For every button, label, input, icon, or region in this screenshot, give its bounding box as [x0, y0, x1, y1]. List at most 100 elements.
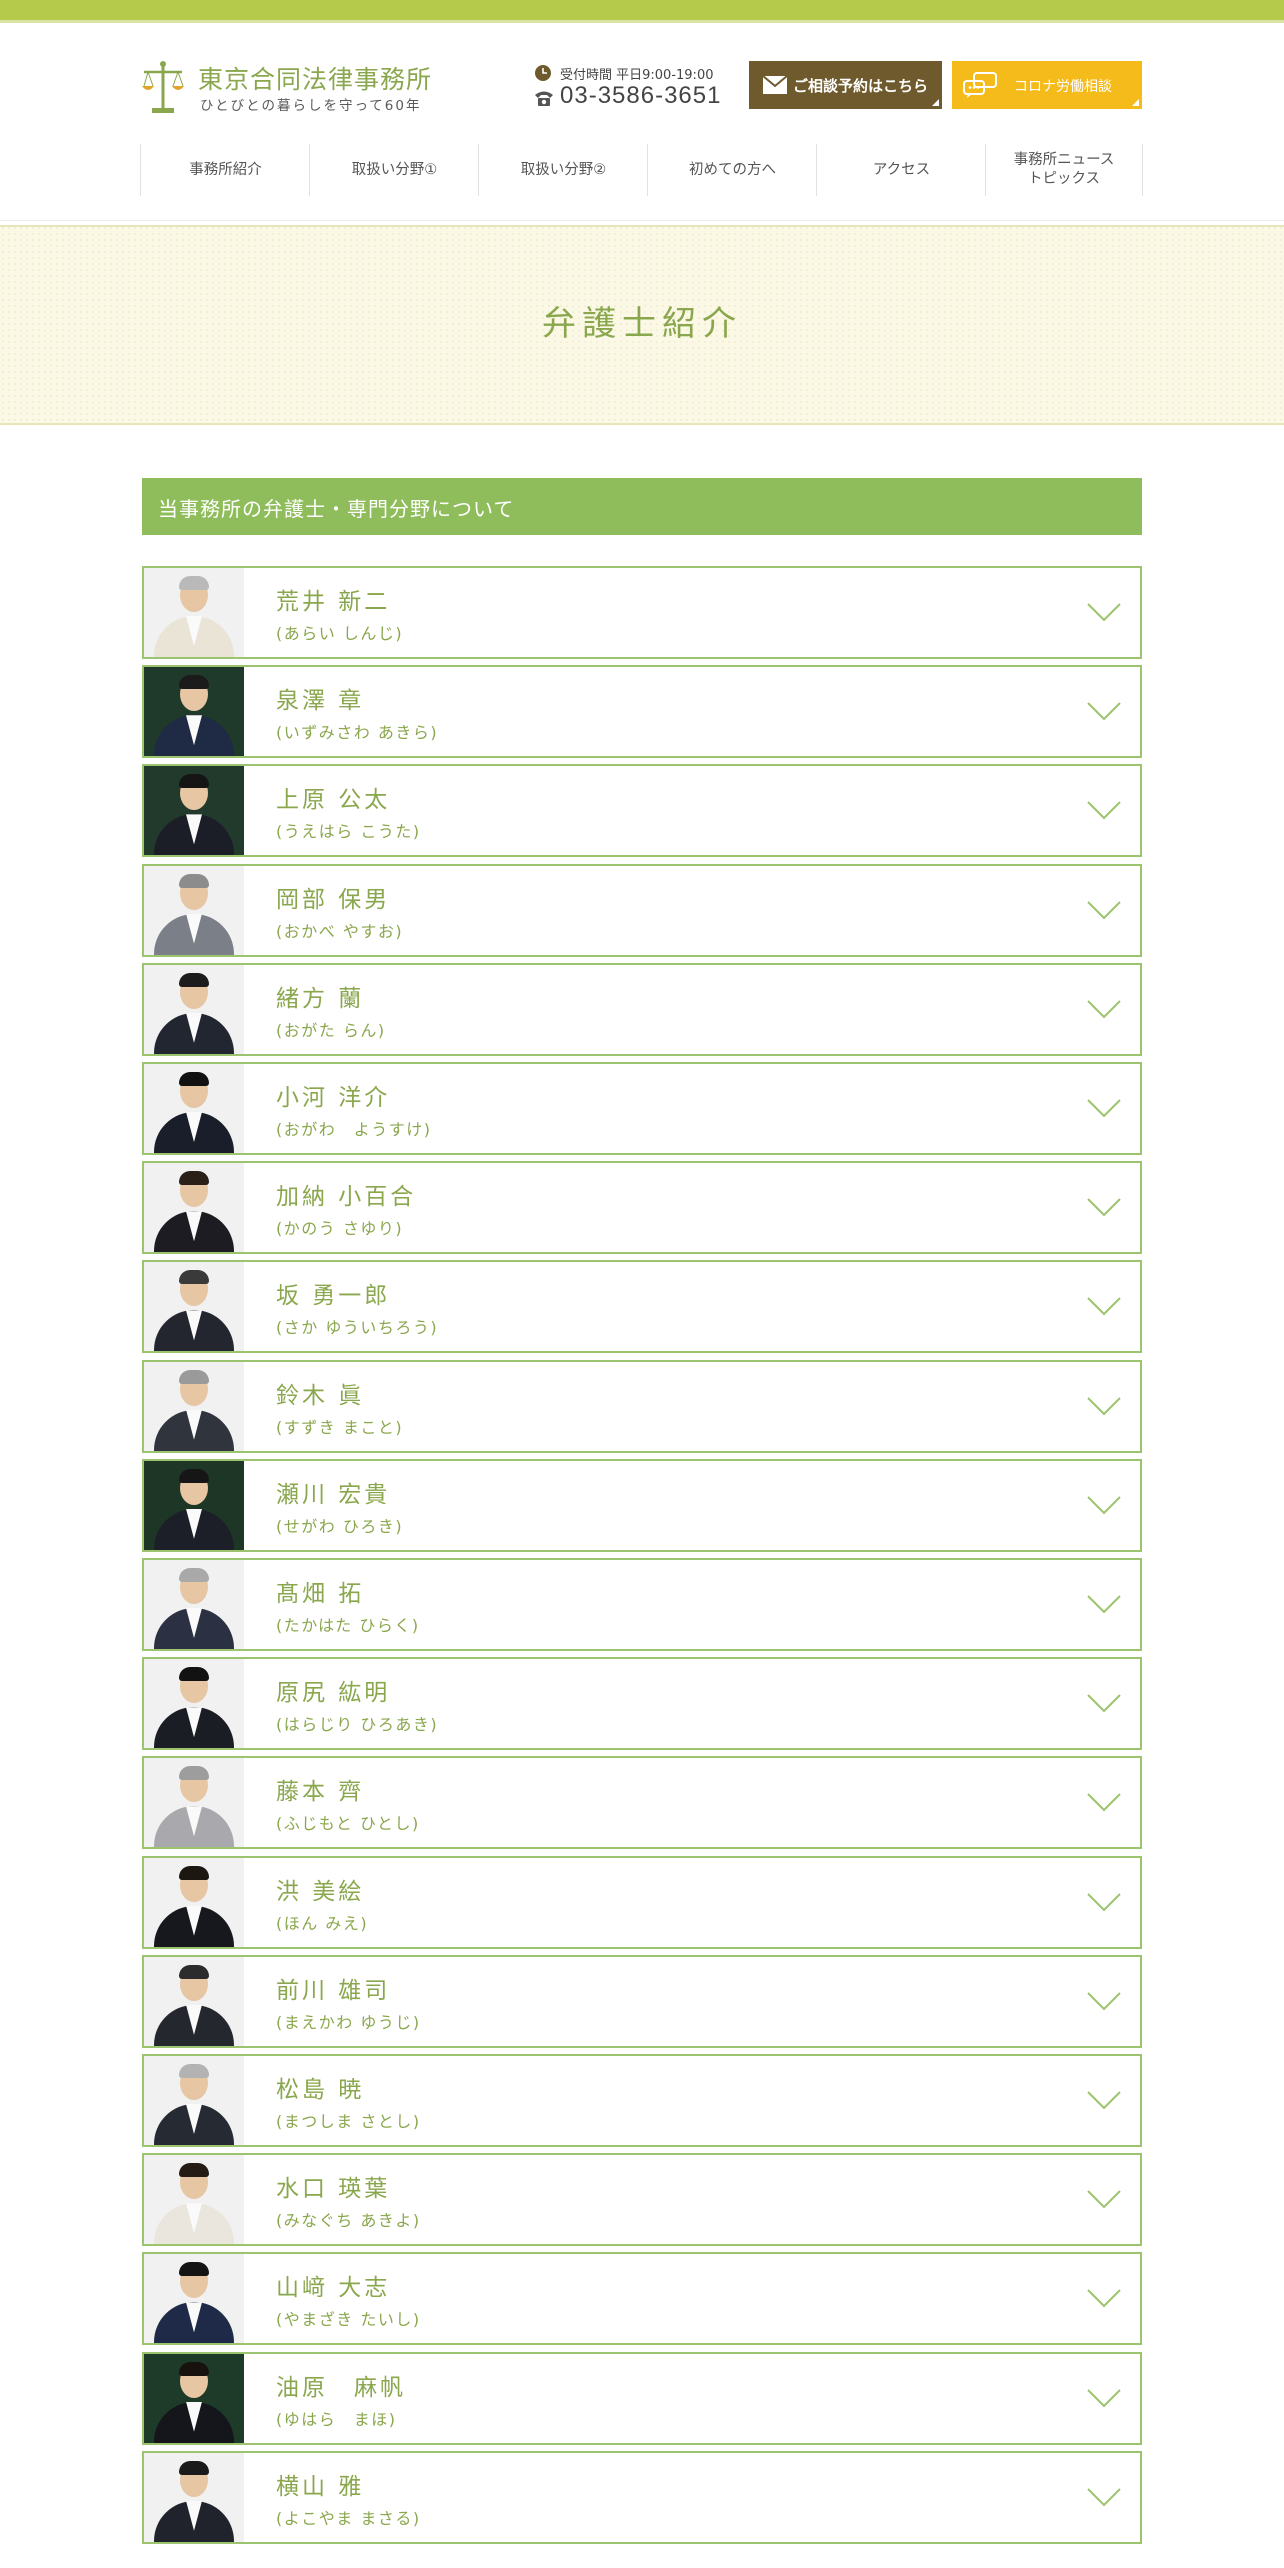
site-logo[interactable]: 東京合同法律事務所 ひとびとの暮らしを守って60年 — [140, 58, 470, 118]
lawyer-name: 鈴木 眞 — [276, 1382, 365, 1409]
chevron-down-icon[interactable] — [1087, 1594, 1121, 1614]
chevron-down-icon[interactable] — [1087, 1991, 1121, 2011]
lawyer-name-reading: (まえかわ ゆうじ) — [276, 2012, 421, 2032]
lawyer-accordion-row[interactable]: 鈴木 眞 (すずき まこと) — [142, 1359, 1142, 1453]
lawyer-photo — [144, 1857, 244, 1947]
lawyer-name: 髙畑 拓 — [276, 1581, 365, 1607]
lawyer-accordion-row[interactable]: 髙畑 拓 (たかはた ひらく) — [142, 1558, 1142, 1651]
chevron-down-icon[interactable] — [1087, 1296, 1121, 1316]
chevron-down-icon[interactable] — [1087, 1396, 1121, 1416]
chevron-down-icon[interactable] — [1087, 900, 1121, 920]
lawyer-photo — [144, 865, 244, 955]
lawyer-name-reading: (たかはた ひらく) — [276, 1616, 420, 1635]
chevron-down-icon[interactable] — [1087, 1792, 1121, 1812]
lawyer-accordion-row[interactable]: 加納 小百合 (かのう さゆり) — [142, 1161, 1142, 1255]
lawyer-name: 原尻 紘明 — [276, 1680, 391, 1707]
lawyer-name-reading: (うえはら こうた) — [276, 822, 421, 842]
lawyer-accordion-row[interactable]: 緒方 蘭 (おがた らん) — [142, 962, 1142, 1056]
lawyer-photo — [144, 964, 244, 1054]
phone-icon — [535, 91, 553, 106]
nav-item-access[interactable]: アクセス — [816, 144, 986, 196]
lawyer-accordion-row[interactable]: 小河 洋介 (おがわ ようすけ) — [142, 1062, 1142, 1155]
lawyer-name-reading: (はらじり ひろあき) — [276, 1715, 439, 1735]
chevron-down-icon[interactable] — [1087, 2487, 1121, 2507]
lawyer-name-reading: (ゆはら まほ) — [276, 2409, 397, 2429]
page-title: 弁護士紹介 — [542, 304, 742, 344]
lawyer-accordion-row[interactable]: 横山 雅 (よこやま まさる) — [142, 2450, 1142, 2544]
chevron-down-icon[interactable] — [1087, 999, 1121, 1019]
nav-item-news-topics[interactable]: 事務所ニュース トピックス — [985, 144, 1143, 196]
lawyer-accordion-row[interactable]: 岡部 保男 (おかべ やすお) — [142, 863, 1142, 957]
mail-icon — [763, 76, 787, 94]
lawyer-name: 加納 小百合 — [276, 1184, 417, 1211]
lawyer-name: 山﨑 大志 — [276, 2275, 391, 2302]
corner-triangle-icon — [932, 99, 939, 106]
lawyer-name: 藤本 齊 — [276, 1779, 365, 1806]
lawyer-name-reading: (おがわ ようすけ) — [276, 1120, 432, 1139]
lawyer-name: 油原 麻帆 — [276, 2374, 406, 2401]
chevron-down-icon[interactable] — [1087, 1693, 1121, 1713]
lawyer-photo — [144, 2452, 244, 2542]
nav-item-first-time[interactable]: 初めての方へ — [647, 144, 817, 196]
lawyer-photo — [144, 2056, 244, 2145]
title-band-border-top — [0, 225, 1284, 227]
lawyer-name: 瀬川 宏貴 — [276, 1481, 391, 1508]
chevron-down-icon[interactable] — [1087, 1892, 1121, 1912]
chevron-down-icon[interactable] — [1087, 2090, 1121, 2110]
lawyer-name-reading: (みなぐち あきよ) — [276, 2211, 421, 2231]
lawyer-photo — [144, 1659, 244, 1749]
lawyer-name-reading: (ふじもと ひとし) — [276, 1814, 420, 1834]
lawyer-accordion-row[interactable]: 油原 麻帆 (ゆはら まほ) — [142, 2351, 1142, 2445]
section-heading: 当事務所の弁護士・専門分野について — [142, 478, 1142, 535]
lawyer-name-reading: (おかべ やすお) — [276, 921, 404, 941]
phone-number[interactable]: 03-3586-3651 — [560, 82, 721, 110]
business-hours: 受付時間 平日9:00-19:00 — [560, 68, 714, 83]
nav-item-about[interactable]: 事務所紹介 — [140, 144, 310, 196]
lawyer-accordion-row[interactable]: 山﨑 大志 (やまざき たいし) — [142, 2252, 1142, 2346]
lawyer-accordion-row[interactable]: 瀬川 宏貴 (せがわ ひろき) — [142, 1458, 1142, 1552]
lawyer-photo — [144, 2155, 244, 2245]
chevron-down-icon[interactable] — [1087, 2388, 1121, 2408]
lawyer-name: 横山 雅 — [276, 2473, 365, 2500]
chevron-down-icon[interactable] — [1087, 1197, 1121, 1217]
nav-divider — [0, 220, 1284, 221]
lawyer-name: 前川 雄司 — [276, 1977, 391, 2004]
reserve-button-label: ご相談予約はこちら — [793, 77, 929, 95]
section-heading-text: 当事務所の弁護士・専門分野について — [158, 497, 515, 521]
lawyer-accordion-row[interactable]: 泉澤 章 (いずみさわ あきら) — [142, 665, 1142, 759]
chevron-down-icon[interactable] — [1087, 701, 1121, 721]
clock-icon — [535, 65, 551, 81]
lawyer-accordion-row[interactable]: 前川 雄司 (まえかわ ゆうじ) — [142, 1954, 1142, 2048]
top-accent-bar — [0, 0, 1284, 20]
consultation-reservation-button[interactable]: ご相談予約はこちら — [749, 61, 942, 109]
lawyer-name: 岡部 保男 — [276, 886, 391, 913]
chevron-down-icon[interactable] — [1087, 602, 1121, 622]
lawyer-accordion-row[interactable]: 松島 暁 (まつしま さとし) — [142, 2054, 1142, 2147]
lawyer-name: 緒方 蘭 — [276, 985, 365, 1012]
corner-triangle-icon — [1132, 99, 1139, 106]
nav-item-practice-areas-1[interactable]: 取扱い分野① — [309, 144, 479, 196]
chevron-down-icon[interactable] — [1087, 800, 1121, 820]
lawyer-accordion-row[interactable]: 坂 勇一郎 (さか ゆういちろう) — [142, 1260, 1142, 1354]
chevron-down-icon[interactable] — [1087, 1098, 1121, 1118]
chevron-down-icon[interactable] — [1087, 1495, 1121, 1515]
lawyer-name-reading: (まつしま さとし) — [276, 2112, 421, 2131]
lawyer-photo — [144, 2353, 244, 2443]
chevron-down-icon[interactable] — [1087, 2288, 1121, 2308]
lawyer-accordion-row[interactable]: 水口 瑛葉 (みなぐち あきよ) — [142, 2153, 1142, 2247]
nav-item-practice-areas-2[interactable]: 取扱い分野② — [478, 144, 648, 196]
lawyer-name-reading: (すずき まこと) — [276, 1417, 404, 1437]
top-accent-edge — [0, 20, 1284, 23]
corona-button-label: コロナ労働相談 — [1014, 79, 1112, 95]
lawyer-accordion-row[interactable]: 荒井 新二 (あらい しんじ) — [142, 566, 1142, 659]
scales-of-justice-icon — [142, 61, 184, 113]
lawyer-accordion-row[interactable]: 藤本 齊 (ふじもと ひとし) — [142, 1756, 1142, 1850]
lawyer-accordion-row[interactable]: 原尻 紘明 (はらじり ひろあき) — [142, 1657, 1142, 1751]
title-band-border-bottom — [0, 423, 1284, 425]
lawyer-accordion-row[interactable]: 上原 公太 (うえはら こうた) — [142, 764, 1142, 858]
lawyer-name-reading: (せがわ ひろき) — [276, 1516, 404, 1536]
chevron-down-icon[interactable] — [1087, 2189, 1121, 2209]
corona-labor-consultation-button[interactable]: コロナ労働相談 — [952, 61, 1142, 109]
lawyer-accordion-row[interactable]: 洪 美絵 (ほん みえ) — [142, 1855, 1142, 1949]
lawyer-name: 水口 瑛葉 — [276, 2176, 391, 2203]
